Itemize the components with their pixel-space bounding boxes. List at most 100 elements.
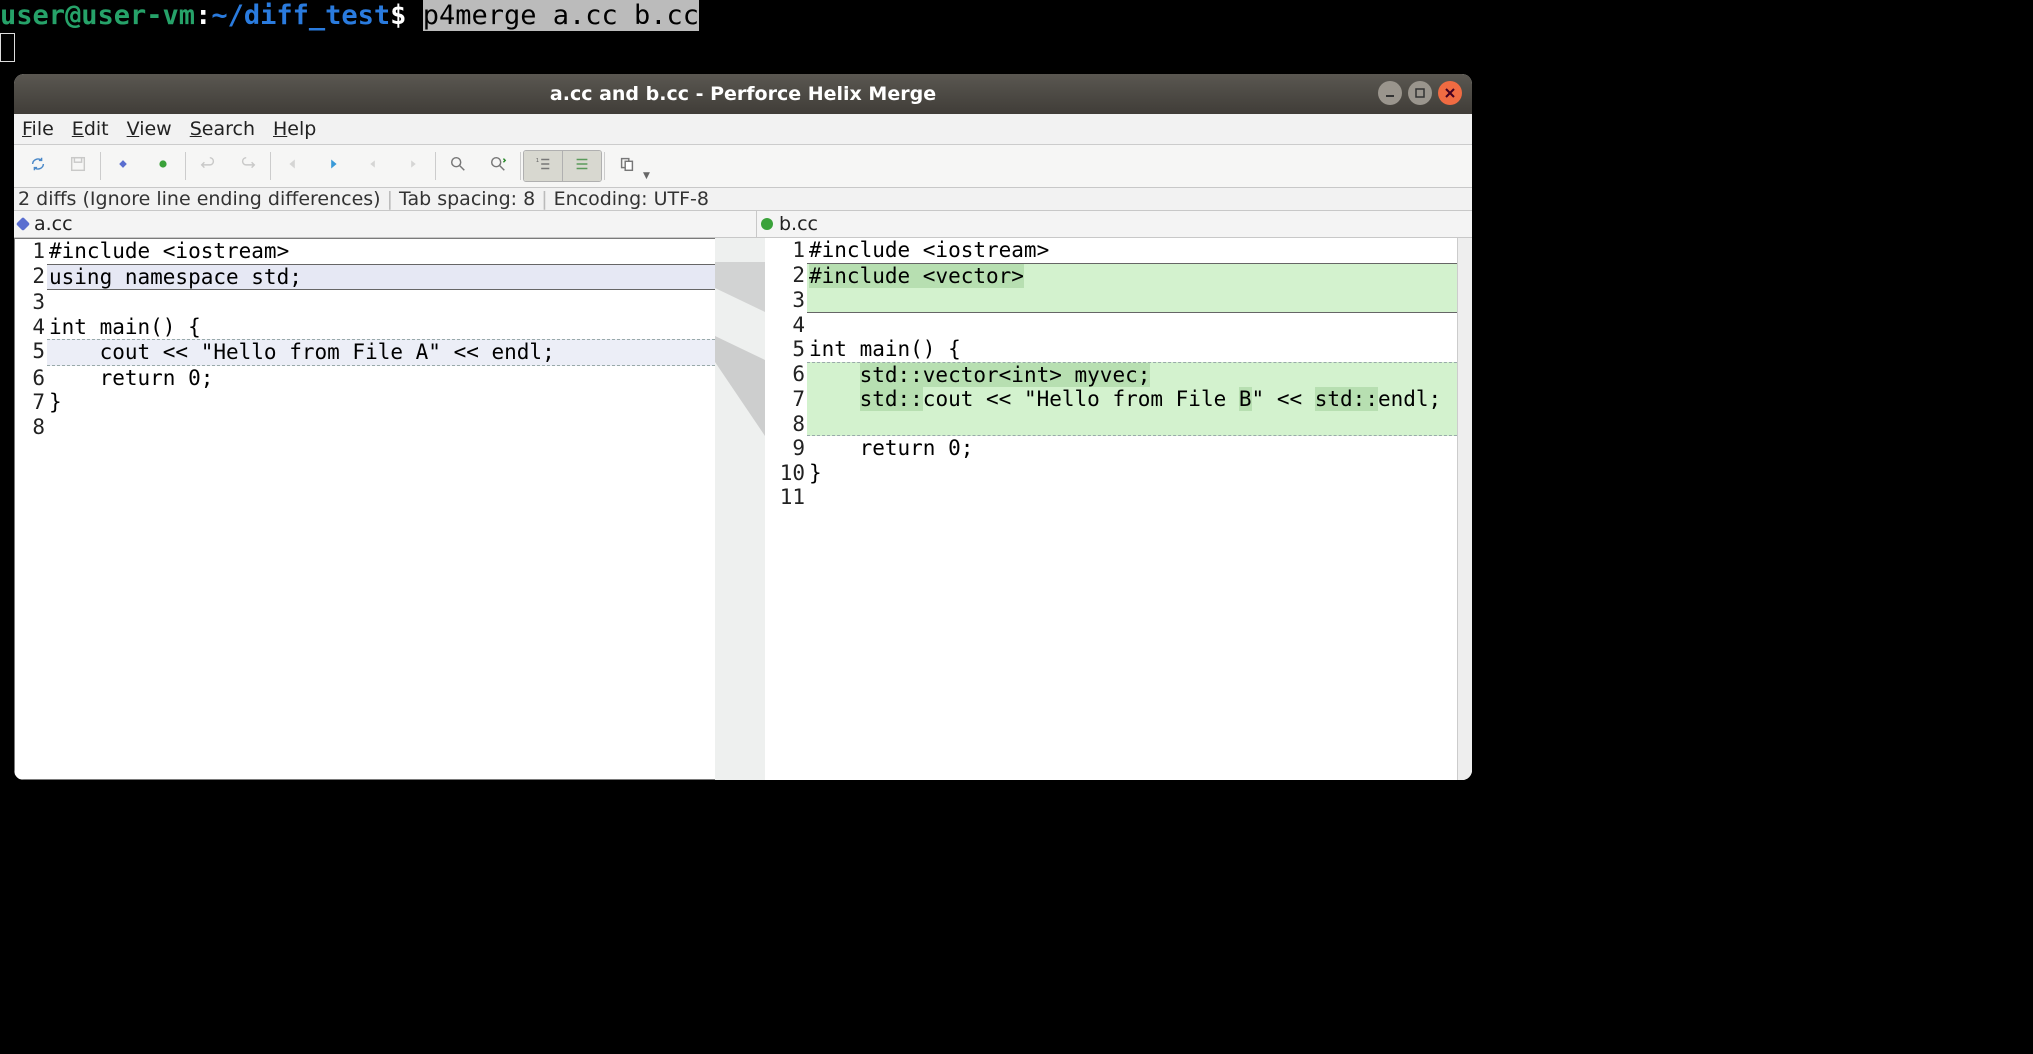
save-icon bbox=[69, 155, 87, 177]
screen: user@user-vm: ~/diff_test user@user-vm:~… bbox=[0, 0, 2033, 1054]
window-close-button[interactable] bbox=[1438, 81, 1462, 105]
window-title: a.cc and b.cc - Perforce Helix Merge bbox=[550, 83, 936, 105]
code-line[interactable]: 5int main() { bbox=[765, 337, 1472, 362]
left-pane[interactable]: 1#include <iostream>2using namespace std… bbox=[14, 238, 715, 780]
code-line[interactable]: 3 bbox=[15, 290, 715, 315]
code-line[interactable]: 3 bbox=[765, 288, 1472, 313]
terminal-prompt-user: user@user-vm bbox=[0, 0, 195, 31]
right-file-label: b.cc bbox=[756, 211, 1472, 237]
code-line[interactable]: 1#include <iostream> bbox=[765, 238, 1472, 263]
line-number: 3 bbox=[15, 290, 47, 315]
next-diff-button[interactable] bbox=[393, 150, 433, 182]
diff-panes: 1#include <iostream>2using namespace std… bbox=[14, 238, 1472, 780]
code-line[interactable]: 2using namespace std; bbox=[15, 264, 715, 291]
window-controls bbox=[1378, 81, 1462, 105]
code-line[interactable]: 4int main() { bbox=[15, 315, 715, 340]
line-text: return 0; bbox=[807, 436, 1472, 461]
line-text: return 0; bbox=[47, 366, 715, 391]
save-button[interactable] bbox=[58, 150, 98, 182]
right-pane[interactable]: 1#include <iostream>2#include <vector>34… bbox=[765, 238, 1472, 780]
line-number: 7 bbox=[765, 387, 807, 412]
code-line[interactable]: 7} bbox=[15, 390, 715, 415]
code-line[interactable]: 8 bbox=[765, 412, 1472, 437]
menu-file[interactable]: File bbox=[22, 118, 54, 140]
code-line[interactable]: 11 bbox=[765, 485, 1472, 510]
line-number: 1 bbox=[15, 239, 47, 264]
diamond-blue-icon bbox=[16, 217, 30, 231]
menu-search[interactable]: Search bbox=[190, 118, 255, 140]
next-diff-file-button[interactable] bbox=[143, 150, 183, 182]
line-text bbox=[807, 288, 1472, 313]
menu-help[interactable]: Help bbox=[273, 118, 316, 140]
line-number: 8 bbox=[765, 412, 807, 437]
prev-diff-file-button[interactable] bbox=[103, 150, 143, 182]
toolbar-separator bbox=[270, 152, 271, 180]
window-minimize-button[interactable] bbox=[1378, 81, 1402, 105]
show-inline-diffs-button[interactable] bbox=[562, 151, 601, 181]
vertical-scrollbar[interactable] bbox=[1457, 238, 1472, 780]
prev-diff-button[interactable] bbox=[353, 150, 393, 182]
right-file-name: b.cc bbox=[779, 213, 818, 235]
status-bar: 2 diffs (Ignore line ending differences)… bbox=[14, 188, 1472, 211]
window-titlebar[interactable]: a.cc and b.cc - Perforce Helix Merge bbox=[14, 74, 1472, 114]
terminal-command: p4merge a.cc b.cc bbox=[423, 0, 699, 31]
line-number: 5 bbox=[15, 339, 47, 366]
line-number-toggle-group: 1 bbox=[523, 150, 602, 182]
line-text: std::cout << "Hello from File B" << std:… bbox=[807, 387, 1472, 412]
code-line[interactable]: 8 bbox=[15, 415, 715, 440]
search-icon bbox=[449, 155, 467, 177]
svg-text:1: 1 bbox=[536, 158, 539, 164]
code-line[interactable]: 9 return 0; bbox=[765, 436, 1472, 461]
code-line[interactable]: 10} bbox=[765, 461, 1472, 486]
toolbar-separator bbox=[185, 152, 186, 180]
show-line-numbers-button[interactable]: 1 bbox=[524, 151, 562, 181]
menu-edit[interactable]: Edit bbox=[72, 118, 109, 140]
refresh-button[interactable] bbox=[18, 150, 58, 182]
line-text: } bbox=[47, 390, 715, 415]
code-line[interactable]: 6 std::vector<int> myvec; bbox=[765, 362, 1472, 388]
redo-icon bbox=[239, 155, 257, 177]
line-number: 9 bbox=[765, 436, 807, 461]
line-text: cout << "Hello from File A" << endl; bbox=[47, 339, 715, 366]
line-text: int main() { bbox=[807, 337, 1472, 362]
menubar: File Edit View Search Help bbox=[14, 114, 1472, 145]
terminal-prompt-dollar: $ bbox=[390, 0, 406, 31]
code-line[interactable]: 4 bbox=[765, 313, 1472, 338]
line-text: int main() { bbox=[47, 315, 715, 340]
code-line[interactable]: 6 return 0; bbox=[15, 366, 715, 391]
copy-icon bbox=[618, 155, 636, 177]
line-text bbox=[47, 290, 715, 315]
undo-button[interactable] bbox=[188, 150, 228, 182]
menu-view[interactable]: View bbox=[127, 118, 172, 140]
line-number: 6 bbox=[765, 362, 807, 388]
toolbar-separator bbox=[604, 152, 605, 180]
line-text bbox=[807, 412, 1472, 437]
toolbar: 1 ▼ bbox=[14, 145, 1472, 188]
prev-conflict-button[interactable] bbox=[273, 150, 313, 182]
code-line[interactable]: 5 cout << "Hello from File A" << endl; bbox=[15, 339, 715, 366]
code-line[interactable]: 7 std::cout << "Hello from File B" << st… bbox=[765, 387, 1472, 412]
redo-button[interactable] bbox=[228, 150, 268, 182]
next-conflict-button[interactable] bbox=[313, 150, 353, 182]
line-number: 3 bbox=[765, 288, 807, 313]
line-text: #include <iostream> bbox=[47, 239, 715, 264]
line-number: 2 bbox=[765, 263, 807, 289]
find-next-button[interactable] bbox=[478, 150, 518, 182]
line-text bbox=[47, 415, 715, 440]
arrow-right-small-icon bbox=[404, 155, 422, 177]
line-number: 4 bbox=[765, 313, 807, 338]
window-maximize-button[interactable] bbox=[1408, 81, 1432, 105]
line-number: 4 bbox=[15, 315, 47, 340]
line-number: 11 bbox=[765, 485, 807, 510]
terminal[interactable]: user@user-vm:~/diff_test$ p4merge a.cc b… bbox=[0, 0, 2033, 74]
code-line[interactable]: 1#include <iostream> bbox=[15, 239, 715, 264]
left-file-name: a.cc bbox=[34, 213, 73, 235]
circle-right-icon bbox=[154, 155, 172, 177]
line-number: 7 bbox=[15, 390, 47, 415]
line-text: } bbox=[807, 461, 1472, 486]
code-line[interactable]: 2#include <vector> bbox=[765, 263, 1472, 289]
terminal-prompt-sep: : bbox=[195, 0, 211, 31]
line-number: 6 bbox=[15, 366, 47, 391]
copy-button[interactable] bbox=[607, 150, 647, 182]
find-button[interactable] bbox=[438, 150, 478, 182]
